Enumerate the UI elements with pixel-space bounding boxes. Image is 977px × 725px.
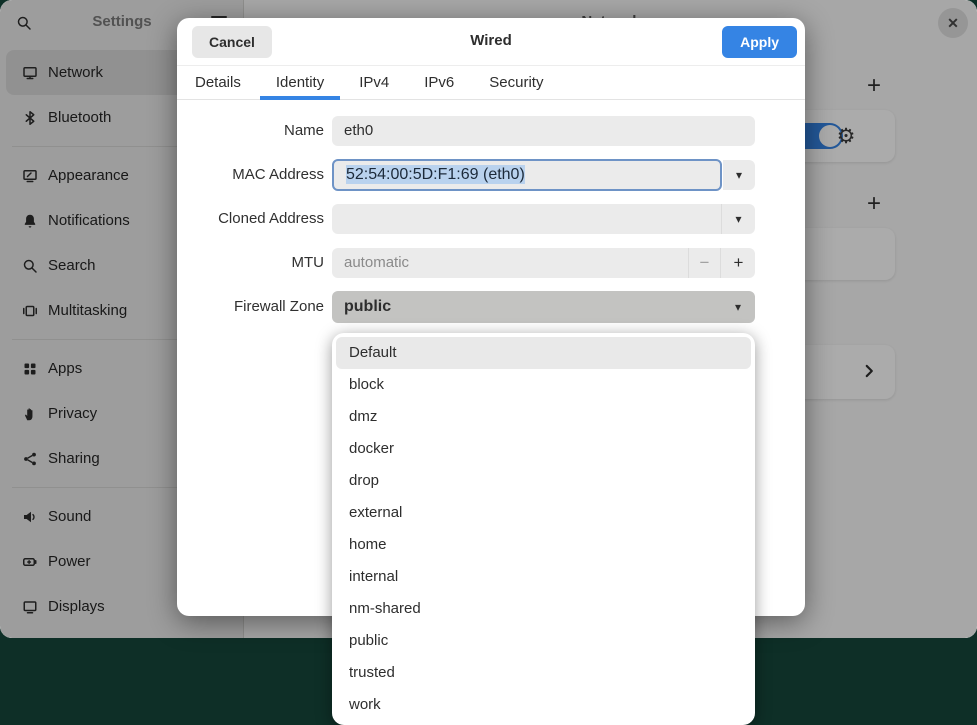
zone-option-external[interactable]: external <box>336 497 751 529</box>
firewall-zone-dropdown[interactable]: public ▾ <box>332 291 755 323</box>
zone-option-dmz[interactable]: dmz <box>336 401 751 433</box>
apply-button[interactable]: Apply <box>722 26 797 58</box>
mac-selected-text: 52:54:00:5D:F1:69 (eth0) <box>346 165 525 184</box>
name-value: eth0 <box>344 116 373 146</box>
tab-ipv6[interactable]: IPv6 <box>422 66 456 99</box>
zone-option-docker[interactable]: docker <box>336 433 751 465</box>
tab-details[interactable]: Details <box>193 66 243 99</box>
zone-option-block[interactable]: block <box>336 369 751 401</box>
mtu-spinbutton[interactable]: automatic − + <box>332 248 755 278</box>
mtu-value: automatic <box>344 248 409 278</box>
zone-option-internal[interactable]: internal <box>336 561 751 593</box>
zone-option-public[interactable]: public <box>336 625 751 657</box>
mtu-increment-button[interactable]: + <box>722 248 755 278</box>
dialog-headerbar: Cancel Wired Apply <box>177 18 805 66</box>
cloned-label: Cloned Address <box>177 204 324 234</box>
firewall-value: public <box>344 291 391 323</box>
dialog-tabbar: Details Identity IPv4 IPv6 Security <box>177 66 805 100</box>
zone-option-drop[interactable]: drop <box>336 465 751 497</box>
name-input[interactable]: eth0 <box>332 116 755 146</box>
mac-label: MAC Address <box>177 160 324 190</box>
dropdown-arrow-icon: ▾ <box>736 168 742 182</box>
name-label: Name <box>177 116 324 146</box>
zone-option-trusted[interactable]: trusted <box>336 657 751 689</box>
zone-option-default[interactable]: Default <box>336 337 751 369</box>
firewall-label: Firewall Zone <box>177 291 324 323</box>
tab-security[interactable]: Security <box>487 66 545 99</box>
dialog-title: Wired <box>177 32 805 49</box>
cloned-address-input[interactable]: ▾ <box>332 204 755 234</box>
mac-address-input[interactable]: 52:54:00:5D:F1:69 (eth0) <box>332 159 722 191</box>
plus-icon: + <box>734 253 744 273</box>
tab-ipv4[interactable]: IPv4 <box>357 66 391 99</box>
firewall-zone-popover: Default block dmz docker drop external h… <box>332 333 755 725</box>
zone-option-work[interactable]: work <box>336 689 751 721</box>
zone-option-nm-shared[interactable]: nm-shared <box>336 593 751 625</box>
mtu-decrement-button[interactable]: − <box>688 248 721 278</box>
cloned-dropdown-button[interactable]: ▾ <box>721 204 755 234</box>
dropdown-arrow-icon: ▾ <box>721 291 755 323</box>
zone-option-home[interactable]: home <box>336 529 751 561</box>
tab-identity[interactable]: Identity <box>274 66 326 99</box>
dropdown-arrow-icon: ▾ <box>735 212 741 226</box>
mac-dropdown-button[interactable]: ▾ <box>723 160 755 190</box>
mtu-label: MTU <box>177 248 324 278</box>
minus-icon: − <box>700 253 710 273</box>
